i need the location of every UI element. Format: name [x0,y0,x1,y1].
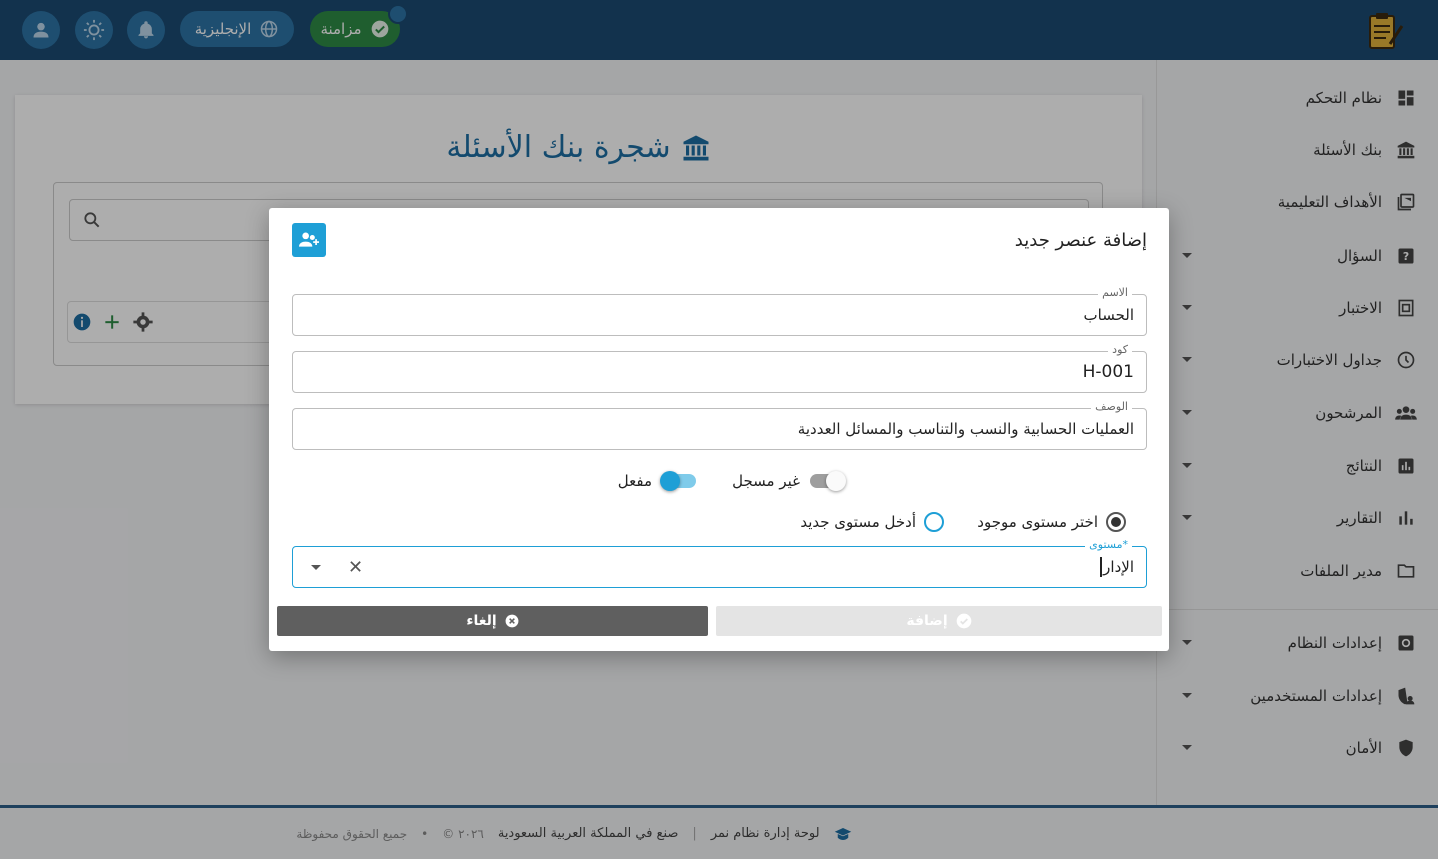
radio-existing-label: اختر مستوى موجود [977,513,1098,531]
level-select-value[interactable]: الإدار [1100,557,1134,577]
level-select[interactable]: مستوى* الإدار ✕ [292,538,1147,588]
dialog-header-icon [292,223,326,257]
description-field[interactable]: الوصف العمليات الحسابية والنسب والتناسب … [292,400,1147,450]
level-mode-radios: اختر مستوى موجود أدخل مستوى جديد [269,512,1169,536]
cancel-button[interactable]: إلغاء [277,606,708,636]
radio-new-circle[interactable] [924,512,944,532]
code-field-value: H-001 [1082,362,1134,382]
chevron-down-icon[interactable] [311,565,321,570]
enabled-switch[interactable] [660,471,696,491]
dialog-title: إضافة عنصر جديد [1014,230,1147,251]
cancel-button-label: إلغاء [466,613,497,629]
add-item-dialog: إضافة عنصر جديد الاسم الحساب كود H-001 ا… [269,208,1169,651]
add-button[interactable]: إضافة [716,606,1162,636]
add-user-icon [299,232,319,247]
unregistered-label: غير مسجل [732,472,800,490]
name-field-value: الحساب [1083,306,1135,324]
radio-new-level[interactable]: أدخل مستوى جديد [800,512,944,532]
unregistered-toggle[interactable]: غير مسجل [732,471,846,491]
add-button-label: إضافة [906,613,948,629]
name-field[interactable]: الاسم الحساب [292,286,1147,336]
level-select-label: مستوى* [1085,538,1132,551]
unregistered-switch[interactable] [810,471,846,491]
close-circle-icon [505,614,519,628]
description-field-value: العمليات الحسابية والنسب والتناسب والمسا… [797,420,1134,438]
enabled-toggle[interactable]: مفعل [617,471,696,491]
check-circle-icon [956,613,971,629]
clear-icon[interactable]: ✕ [348,557,363,578]
code-field[interactable]: كود H-001 [292,343,1147,393]
radio-existing-circle[interactable] [1106,512,1126,532]
radio-new-label: أدخل مستوى جديد [800,513,916,531]
enabled-label: مفعل [617,472,652,490]
radio-existing-level[interactable]: اختر مستوى موجود [977,512,1126,532]
status-toggles: غير مسجل مفعل [269,471,1169,496]
